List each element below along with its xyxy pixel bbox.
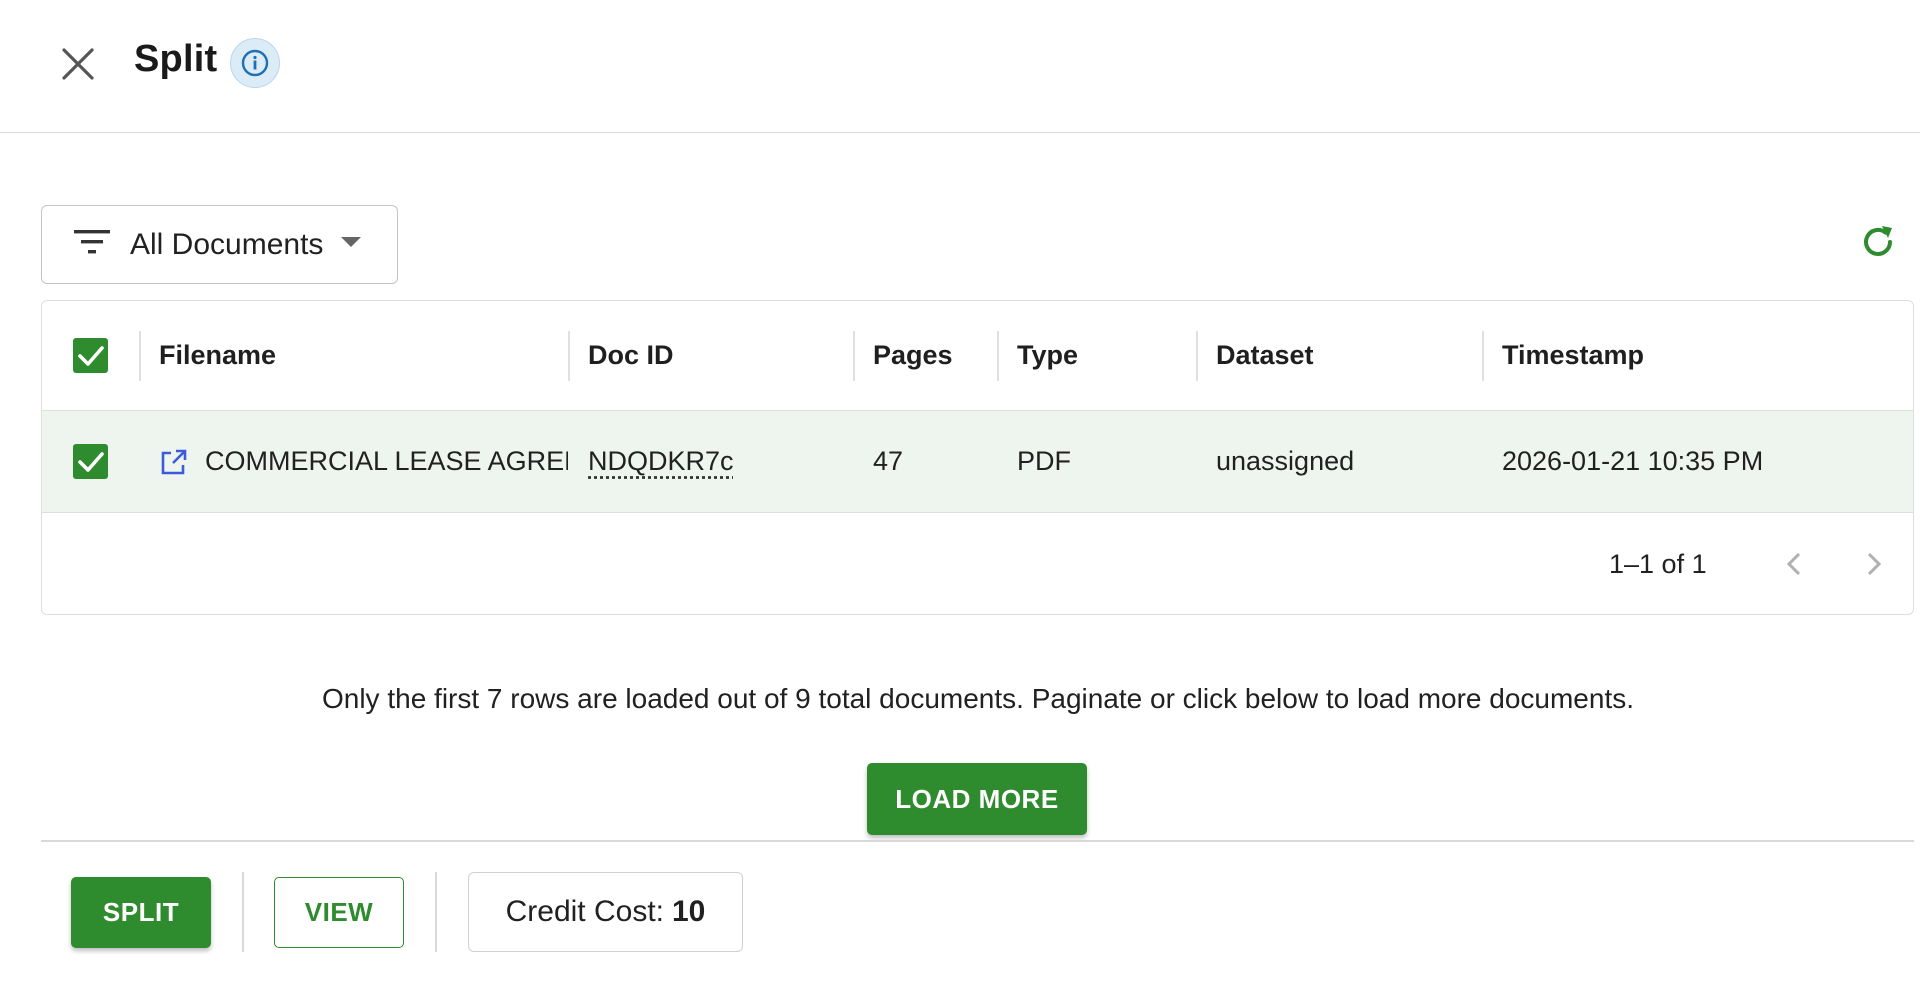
caret-down-icon — [341, 236, 362, 254]
column-separator — [853, 331, 855, 381]
table-row[interactable]: COMMERCIAL LEASE AGREEMENT NDQDKR7c 47 P… — [42, 411, 1913, 513]
divider — [435, 872, 437, 952]
divider — [41, 840, 1914, 842]
row-checkbox[interactable] — [73, 444, 108, 479]
load-more-button[interactable]: LOAD MORE — [867, 763, 1087, 835]
credit-cost-label: Credit Cost: — [505, 895, 664, 928]
column-separator — [997, 331, 999, 381]
info-icon[interactable] — [230, 38, 280, 88]
chevron-left-icon[interactable] — [1777, 546, 1813, 582]
select-all-checkbox[interactable] — [73, 338, 108, 373]
pagination-label: 1–1 of 1 — [1609, 549, 1707, 579]
column-header-timestamp[interactable]: Timestamp — [1502, 301, 1644, 410]
close-icon[interactable] — [60, 46, 96, 82]
dialog-header: Split — [0, 0, 1920, 133]
column-separator — [139, 331, 141, 381]
split-button[interactable]: SPLIT — [71, 877, 211, 948]
filter-icon — [74, 228, 110, 261]
dataset-cell: unassigned — [1216, 446, 1355, 476]
select-all-cell — [73, 301, 108, 410]
column-header-type[interactable]: Type — [1017, 301, 1078, 410]
column-separator — [1482, 331, 1484, 381]
credit-cost-value: 10 — [672, 895, 706, 928]
timestamp-cell: 2026-01-21 10:35 PM — [1502, 446, 1764, 476]
credit-cost-badge: Credit Cost: 10 — [468, 872, 743, 952]
column-header-dataset[interactable]: Dataset — [1216, 301, 1314, 410]
doc-id-cell[interactable]: NDQDKR7c — [588, 411, 734, 512]
divider — [242, 872, 244, 952]
row-select-cell — [73, 411, 108, 512]
filename-cell: COMMERCIAL LEASE AGREEMENT — [205, 446, 568, 476]
view-button[interactable]: VIEW — [274, 877, 404, 948]
column-header-pages[interactable]: Pages — [873, 301, 953, 410]
table-header: Filename Doc ID Pages Type Dataset Times… — [42, 301, 1913, 411]
load-more-notice: Only the first 7 rows are loaded out of … — [321, 683, 1635, 714]
page-title: Split — [134, 38, 218, 80]
open-external-icon[interactable] — [160, 411, 188, 512]
filter-label: All Documents — [130, 227, 324, 261]
column-separator — [568, 331, 570, 381]
table-pagination: 1–1 of 1 — [42, 513, 1913, 614]
pages-cell: 47 — [873, 446, 904, 476]
filter-dropdown[interactable]: All Documents — [41, 205, 398, 284]
column-header-filename[interactable]: Filename — [159, 301, 276, 410]
column-separator — [1196, 331, 1198, 381]
refresh-icon[interactable] — [1858, 222, 1898, 262]
type-cell: PDF — [1017, 446, 1071, 476]
documents-table: Filename Doc ID Pages Type Dataset Times… — [41, 300, 1914, 615]
column-header-doc-id[interactable]: Doc ID — [588, 301, 674, 410]
chevron-right-icon[interactable] — [1855, 546, 1891, 582]
